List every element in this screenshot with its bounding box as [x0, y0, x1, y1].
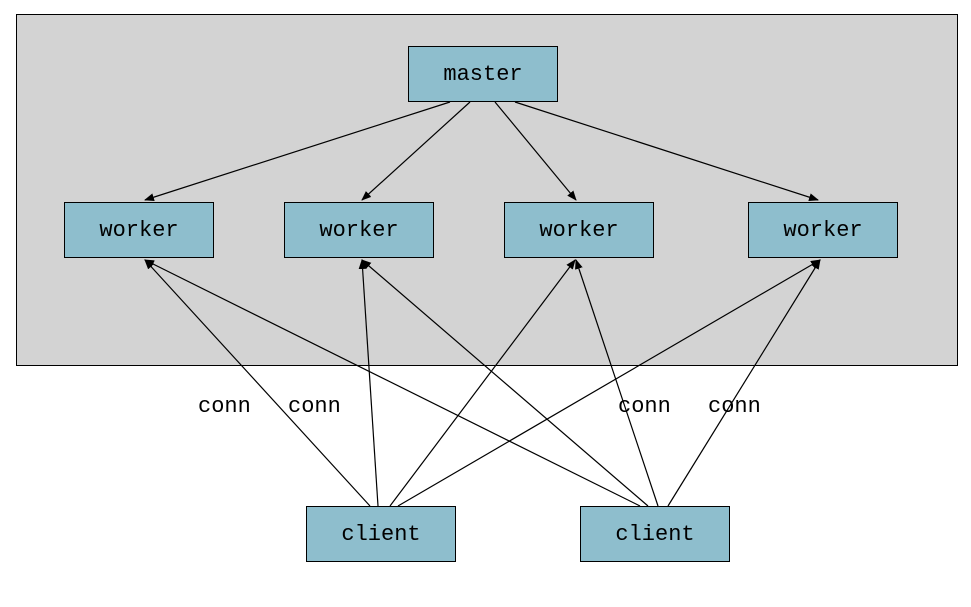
worker-node: worker [748, 202, 898, 258]
worker-label: worker [783, 218, 862, 243]
client-node: client [580, 506, 730, 562]
client-node: client [306, 506, 456, 562]
worker-node: worker [64, 202, 214, 258]
worker-label: worker [539, 218, 618, 243]
client-label: client [341, 522, 420, 547]
edge-label-conn: conn [708, 394, 761, 419]
master-label: master [443, 62, 522, 87]
worker-node: worker [504, 202, 654, 258]
worker-label: worker [319, 218, 398, 243]
edge-label-conn: conn [198, 394, 251, 419]
edge-label-conn: conn [288, 394, 341, 419]
diagram-canvas: { "diagram": { "server_bg": { "x": 16, "… [0, 0, 971, 607]
client-label: client [615, 522, 694, 547]
worker-label: worker [99, 218, 178, 243]
worker-node: worker [284, 202, 434, 258]
edge-label-conn: conn [618, 394, 671, 419]
master-node: master [408, 46, 558, 102]
